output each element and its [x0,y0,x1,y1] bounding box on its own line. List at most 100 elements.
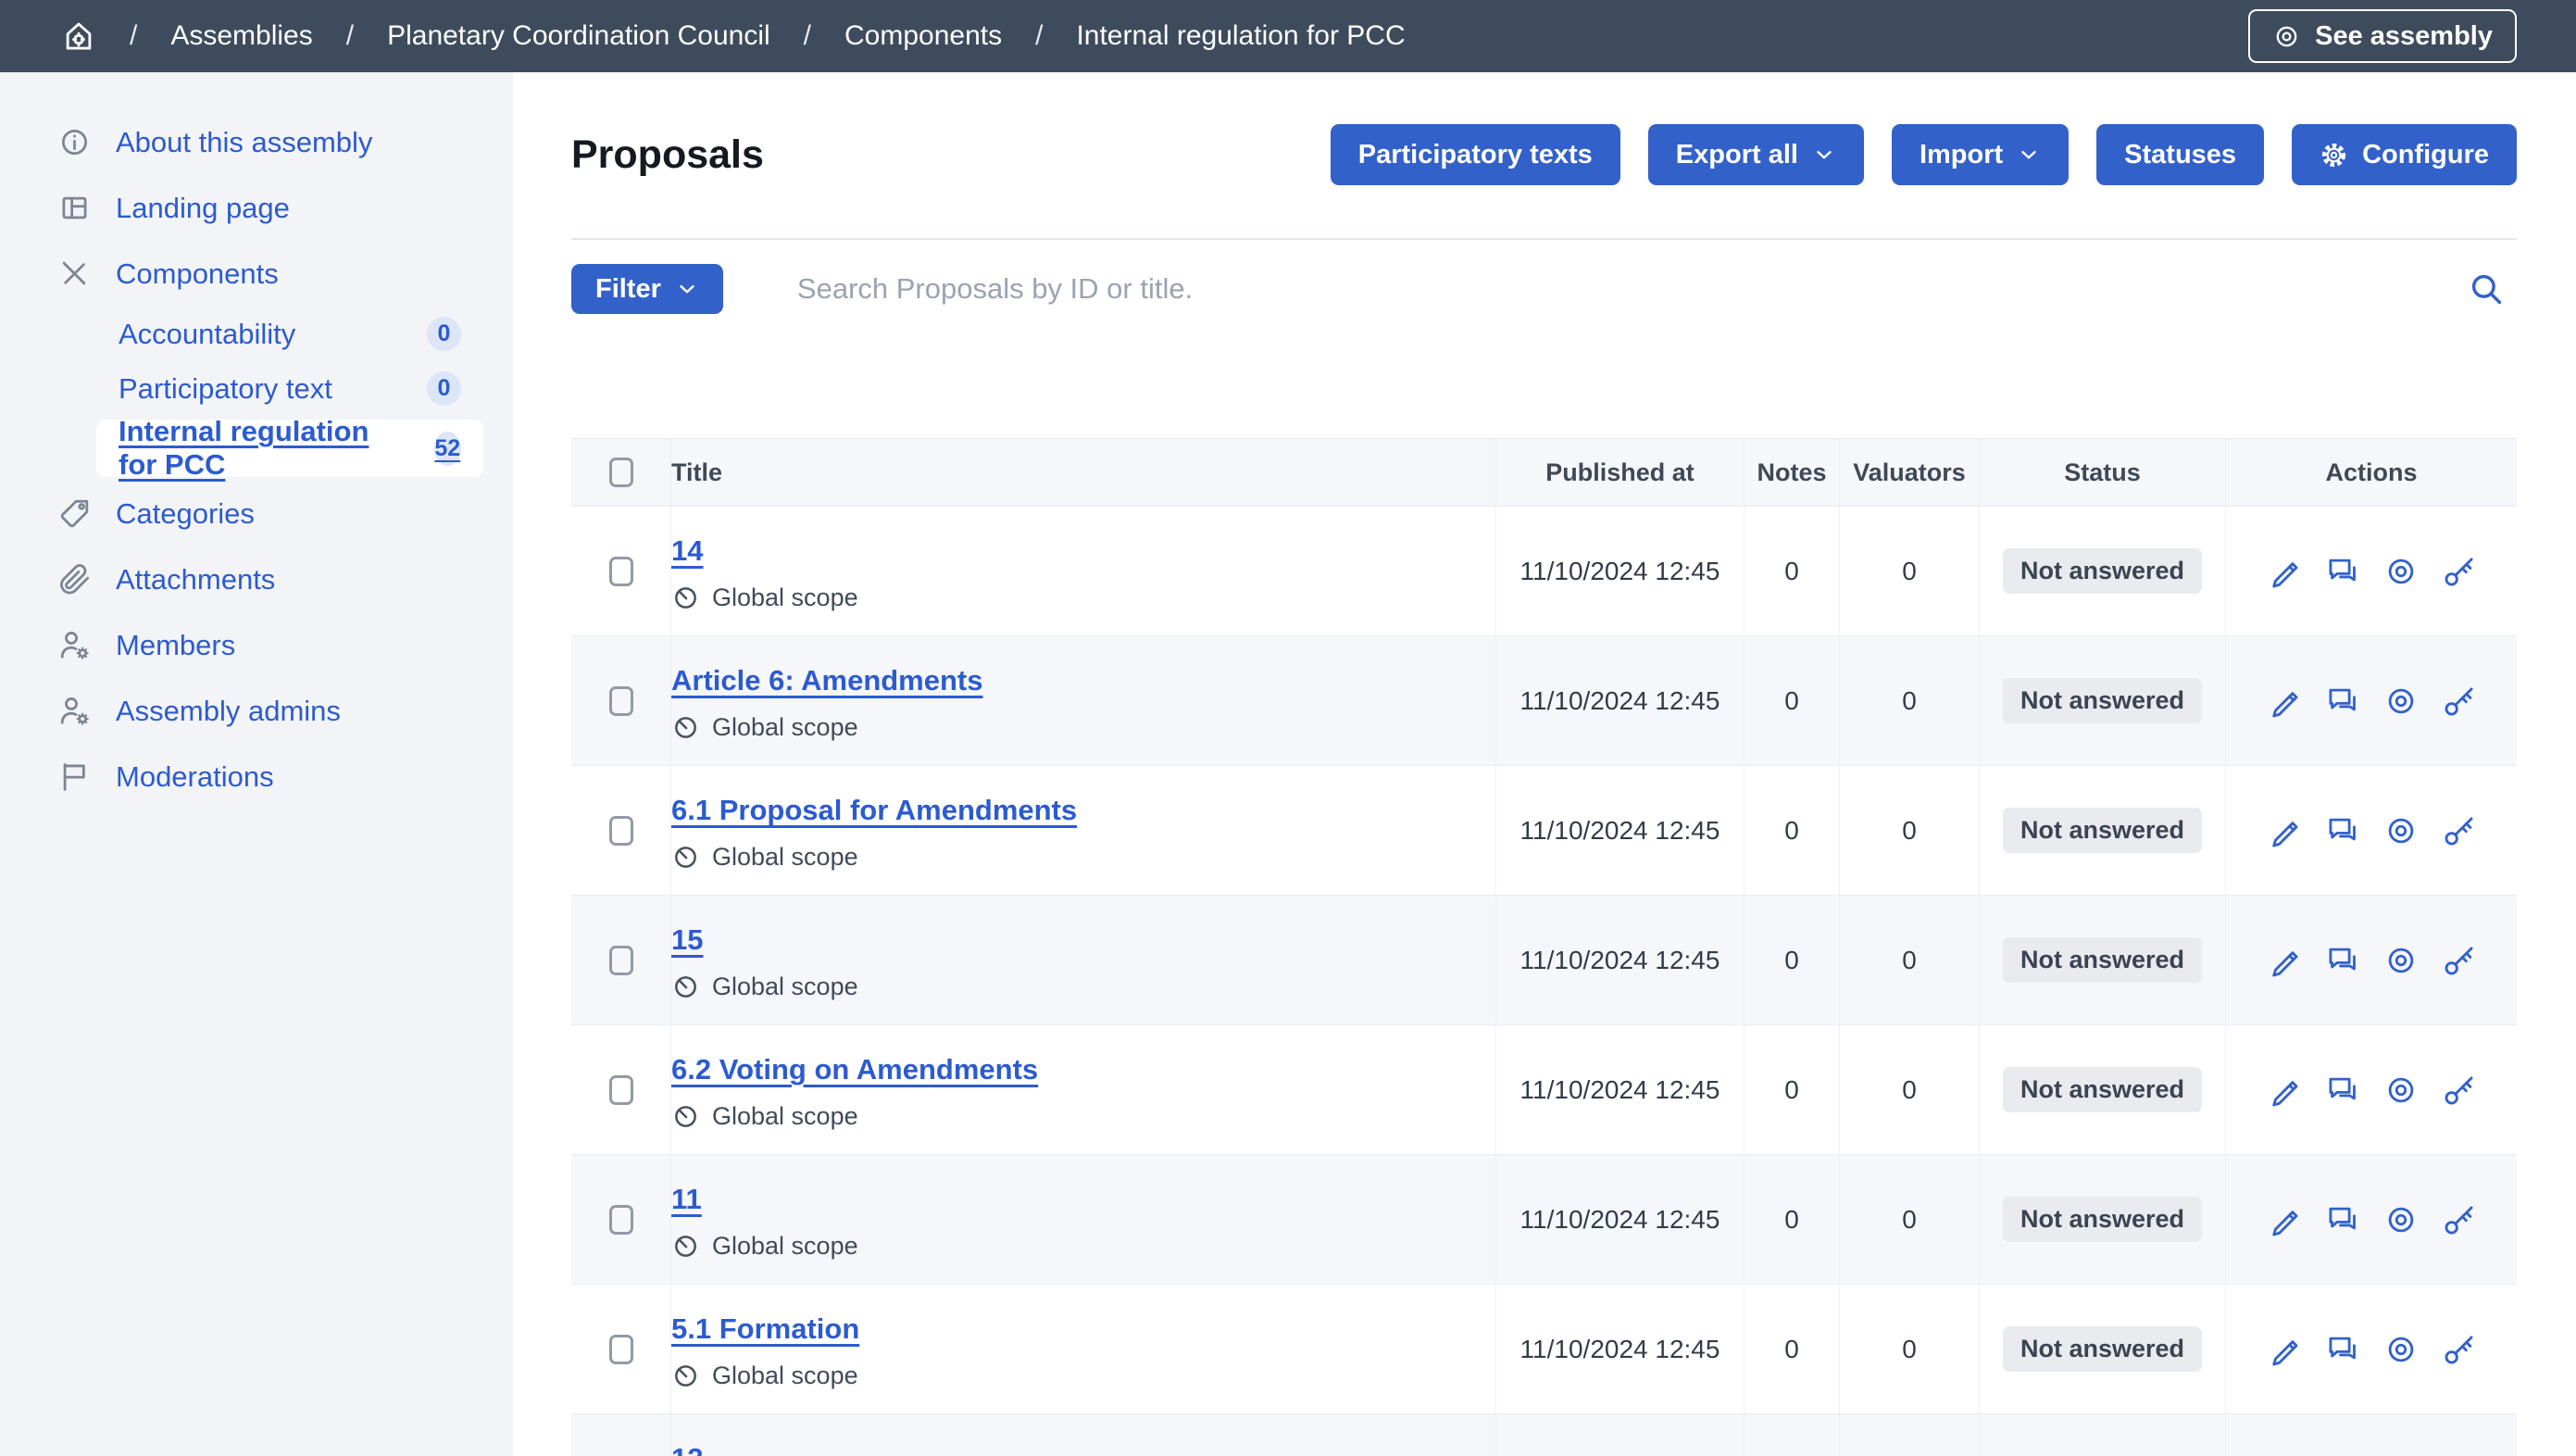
edit-proposal-button[interactable] [2267,943,2302,978]
filter-button[interactable]: Filter [571,264,723,314]
export-all-button[interactable]: Export all [1648,124,1864,185]
published-at-cell: 11/10/2024 12:45 [1496,896,1744,1024]
sidebar-item-moderations[interactable]: Moderations [0,744,513,810]
sidebar-item-about-this-assembly[interactable]: About this assembly [0,109,513,175]
edit-proposal-button[interactable] [2267,1073,2302,1108]
pencil-icon [2267,1202,2302,1237]
breadcrumb-separator: / [804,20,811,52]
scope-icon [671,1102,700,1131]
column-header-actions: Actions [2226,439,2517,506]
sidebar-item-accountability[interactable]: Accountability0 [0,307,513,361]
breadcrumb-separator: / [130,20,137,52]
proposal-title-link[interactable]: 12 [671,1442,703,1456]
answer-proposal-button[interactable] [2325,1202,2360,1237]
preview-proposal-button[interactable] [2383,1073,2419,1108]
breadcrumb-link[interactable]: Assemblies [170,20,312,52]
breadcrumb-separator: / [346,20,354,52]
edit-proposal-button[interactable] [2267,554,2302,589]
edit-proposal-button[interactable] [2267,813,2302,848]
preview-proposal-button[interactable] [2383,943,2419,978]
breadcrumb-link[interactable]: Planetary Coordination Council [387,20,770,52]
home-link[interactable] [61,19,96,54]
scope-label: Global scope [671,973,858,1001]
count-badge: 52 [434,432,462,466]
actions-cell [2226,1414,2517,1456]
sidebar-item-categories[interactable]: Categories [0,481,513,546]
sidebar-item-participatory-text[interactable]: Participatory text0 [0,361,513,416]
permissions-button[interactable] [2442,554,2477,589]
proposal-title-link[interactable]: 6.1 Proposal for Amendments [671,794,1077,827]
proposal-title-link[interactable]: 5.1 Formation [671,1312,859,1346]
chat-icon [2325,1073,2360,1108]
notes-count-cell: 0 [1744,1155,1840,1284]
proposal-title-link[interactable]: 6.2 Voting on Amendments [671,1053,1038,1086]
search-icon [2467,270,2506,308]
sidebar-item-internal-regulation-for-pcc[interactable]: Internal regulation for PCC52 [96,420,483,477]
proposal-title-link[interactable]: Article 6: Amendments [671,664,983,697]
row-checkbox[interactable] [609,1335,633,1364]
edit-proposal-button[interactable] [2267,684,2302,719]
notes-count-cell: 0 [1744,766,1840,895]
actions-cell [2226,1025,2517,1154]
preview-proposal-button[interactable] [2383,1332,2419,1367]
permissions-button[interactable] [2442,684,2477,719]
sidebar-item-components[interactable]: Components [0,241,513,307]
proposal-title-link[interactable]: 11 [671,1183,702,1216]
key-icon [2442,943,2477,978]
row-checkbox[interactable] [609,686,633,716]
breadcrumb-link[interactable]: Components [844,20,1002,52]
status-cell: Not answered [1980,1155,2226,1284]
permissions-button[interactable] [2442,1073,2477,1108]
participatory-texts-button[interactable]: Participatory texts [1331,124,1620,185]
proposal-title-link[interactable]: 14 [671,534,703,568]
page-title: Proposals [571,132,764,178]
edit-proposal-button[interactable] [2267,1332,2302,1367]
answer-proposal-button[interactable] [2325,943,2360,978]
sidebar-item-assembly-admins[interactable]: Assembly admins [0,678,513,744]
permissions-button[interactable] [2442,1332,2477,1367]
preview-proposal-button[interactable] [2383,1202,2419,1237]
chevron-down-icon [2017,143,2041,167]
proposal-title-link[interactable]: 15 [671,923,703,957]
select-all-checkbox[interactable] [609,458,633,487]
answer-proposal-button[interactable] [2325,684,2360,719]
sidebar-item-landing-page[interactable]: Landing page [0,175,513,241]
preview-proposal-button[interactable] [2383,684,2419,719]
statuses-button[interactable]: Statuses [2096,124,2264,185]
row-checkbox[interactable] [609,816,633,846]
sidebar: About this assemblyLanding pageComponent… [0,72,513,1456]
row-checkbox[interactable] [609,946,633,975]
row-checkbox[interactable] [609,1075,633,1105]
row-checkbox[interactable] [609,1205,633,1235]
permissions-button[interactable] [2442,943,2477,978]
answer-proposal-button[interactable] [2325,1332,2360,1367]
edit-proposal-button[interactable] [2267,1202,2302,1237]
search-input[interactable] [723,272,2467,306]
table-row: 6.2 Voting on AmendmentsGlobal scope11/1… [571,1025,2517,1155]
breadcrumb-link[interactable]: Internal regulation for PCC [1076,20,1405,52]
configure-button[interactable]: Configure [2292,124,2517,185]
gear-icon [2320,141,2348,169]
sidebar-item-attachments[interactable]: Attachments [0,546,513,612]
chat-icon [2325,813,2360,848]
sidebar-item-members[interactable]: Members [0,612,513,678]
chat-icon [2325,1202,2360,1237]
preview-proposal-button[interactable] [2383,813,2419,848]
permissions-button[interactable] [2442,813,2477,848]
status-cell: Not answered [1980,1025,2226,1154]
search-button[interactable] [2467,268,2509,310]
see-assembly-button[interactable]: See assembly [2248,9,2517,63]
chat-icon [2325,554,2360,589]
column-header-published-at: Published at [1496,439,1744,506]
answer-proposal-button[interactable] [2325,554,2360,589]
answer-proposal-button[interactable] [2325,813,2360,848]
import-button[interactable]: Import [1892,124,2069,185]
scope-icon [671,1362,700,1390]
preview-proposal-button[interactable] [2383,554,2419,589]
column-header-status: Status [1980,439,2226,506]
notes-count-cell [1744,1414,1840,1456]
status-badge: Not answered [2003,678,2202,723]
permissions-button[interactable] [2442,1202,2477,1237]
answer-proposal-button[interactable] [2325,1073,2360,1108]
row-checkbox[interactable] [609,557,633,586]
